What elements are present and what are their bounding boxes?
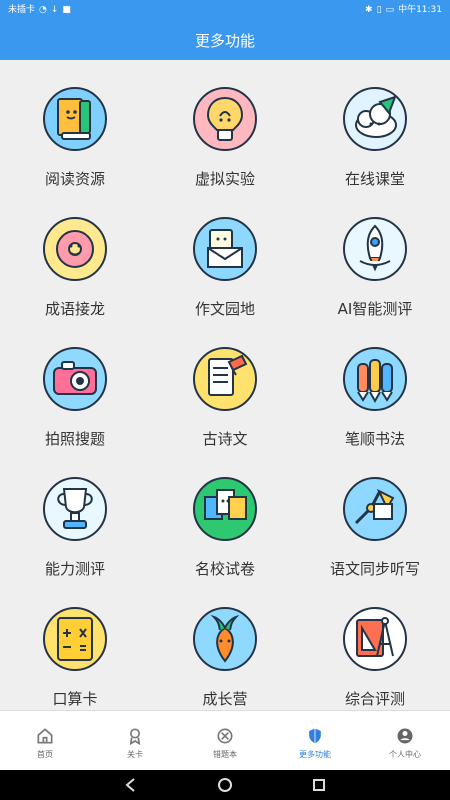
grid-item-school-paper[interactable]: 名校试卷 (150, 474, 300, 594)
grid-item-label: AI智能测评 (337, 300, 413, 318)
grid-item-ai-evaluation[interactable]: AI智能测评 (300, 214, 450, 334)
tab-label: 首页 (37, 750, 53, 759)
carrot-icon (190, 604, 260, 674)
recent-apps-button[interactable] (311, 777, 327, 793)
bottom-tab-bar: 首页 关卡 错题本 更多功能 个人中心 (0, 710, 450, 771)
grid-item-dictation[interactable]: 语文同步听写 (300, 474, 450, 594)
tab-error-book[interactable]: 错题本 (180, 711, 270, 771)
papers-icon (190, 474, 260, 544)
wifi-icon: ◔ (39, 4, 47, 15)
grid-item-label: 古诗文 (202, 430, 248, 448)
envelope-icon (190, 214, 260, 284)
grid-item-label: 作文园地 (194, 300, 255, 318)
status-right: ✱ ▯ ▭ 中午11:31 (365, 4, 442, 15)
tab-label: 错题本 (213, 750, 237, 759)
grid-item-label: 名校试卷 (194, 560, 255, 578)
app-icon: ■ (62, 4, 71, 15)
battery-icon: ▭ (385, 4, 395, 15)
grid-item-idiom[interactable]: 成语接龙 (0, 214, 150, 334)
grid-item-label: 在线课堂 (344, 170, 405, 188)
compass-icon (340, 604, 410, 674)
signal-icon: ▯ (376, 4, 382, 15)
lightbulb-icon (190, 84, 260, 154)
back-button[interactable] (123, 777, 139, 793)
grid-item-poetry[interactable]: 古诗文 (150, 344, 300, 464)
tab-home[interactable]: 首页 (0, 711, 90, 771)
feature-grid: 阅读资源 虚拟实验 在线课堂 成语接龙 作文园地 AI智能测评 拍照搜题 古诗文… (0, 84, 450, 708)
grid-item-label: 拍照搜题 (44, 430, 105, 448)
notebook-icon (190, 344, 260, 414)
sim-status: 未插卡 (8, 4, 36, 15)
home-button[interactable] (217, 777, 233, 793)
grid-item-experiment[interactable]: 虚拟实验 (150, 84, 300, 204)
badge-icon (129, 728, 141, 746)
lamp-icon (340, 474, 410, 544)
tab-profile[interactable]: 个人中心 (360, 711, 450, 771)
grid-item-label: 成语接龙 (44, 300, 105, 318)
grid-item-online-class[interactable]: 在线课堂 (300, 84, 450, 204)
camera-icon (40, 344, 110, 414)
tab-more-functions[interactable]: 更多功能 (270, 711, 360, 771)
online-class-icon (340, 84, 410, 154)
page-title: 更多功能 (194, 31, 255, 50)
shield-icon (309, 728, 321, 744)
trophy-icon (40, 474, 110, 544)
tab-label: 个人中心 (389, 750, 421, 759)
grid-item-label: 语文同步听写 (329, 560, 420, 578)
grid-item-label: 综合评测 (344, 690, 405, 708)
grid-item-growth-camp[interactable]: 成长营 (150, 604, 300, 724)
page-header: 更多功能 (0, 20, 450, 60)
calculator-icon (40, 604, 110, 674)
tab-label: 关卡 (127, 750, 143, 759)
grid-item-label: 虚拟实验 (194, 170, 255, 188)
grid-item-label: 口算卡 (52, 690, 98, 708)
grid-item-label: 成长营 (202, 690, 248, 708)
download-icon: ↓ (50, 4, 59, 15)
grid-item-composition[interactable]: 作文园地 (150, 214, 300, 334)
time-label: 中午11:31 (398, 4, 442, 15)
donut-icon (40, 214, 110, 284)
android-navigation-bar (0, 770, 450, 800)
grid-item-photo-search[interactable]: 拍照搜题 (0, 344, 150, 464)
tab-label: 更多功能 (299, 750, 331, 759)
rocket-icon (340, 214, 410, 284)
pencils-icon (340, 344, 410, 414)
grid-item-label: 笔顺书法 (344, 430, 405, 448)
reading-icon (40, 84, 110, 154)
grid-item-calligraphy[interactable]: 笔顺书法 (300, 344, 450, 464)
error-book-icon (217, 728, 233, 744)
grid-item-comprehensive-test[interactable]: 综合评测 (300, 604, 450, 724)
tab-level[interactable]: 关卡 (90, 711, 180, 771)
status-bar: 未插卡 ◔ ↓ ■ ✱ ▯ ▭ 中午11:31 (0, 0, 450, 20)
main-content: 阅读资源 虚拟实验 在线课堂 成语接龙 作文园地 AI智能测评 拍照搜题 古诗文… (0, 60, 450, 710)
home-icon (37, 728, 53, 744)
user-icon (397, 728, 413, 744)
bluetooth-icon: ✱ (365, 4, 373, 15)
status-left: 未插卡 ◔ ↓ ■ (8, 4, 71, 15)
grid-item-label: 能力测评 (44, 560, 105, 578)
grid-item-reading[interactable]: 阅读资源 (0, 84, 150, 204)
grid-item-ability-test[interactable]: 能力测评 (0, 474, 150, 594)
grid-item-label: 阅读资源 (44, 170, 105, 188)
grid-item-mental-math[interactable]: 口算卡 (0, 604, 150, 724)
